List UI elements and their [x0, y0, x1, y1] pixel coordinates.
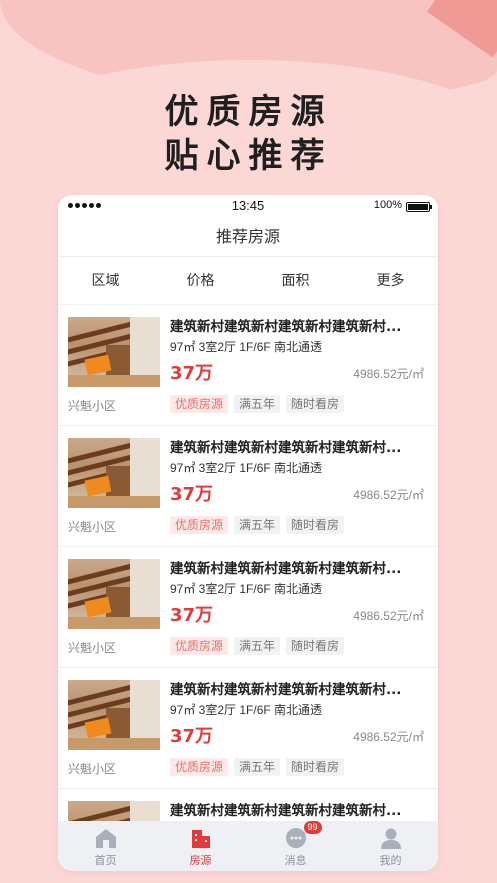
- battery-percent: 100%: [373, 199, 402, 211]
- tag-five-years: 满五年: [234, 758, 281, 776]
- tab-bar: 首页 房源 99 消息 我的: [58, 821, 438, 871]
- filter-size[interactable]: 面积: [248, 257, 343, 304]
- listing-photo: [68, 559, 160, 629]
- listing-spec: 97㎡ 3室2厅 1F/6F 南北通透: [170, 340, 323, 354]
- tab-label: 消息: [284, 854, 307, 867]
- listing-spec: 97㎡ 3室2厅 1F/6F 南北通透: [170, 703, 323, 717]
- filter-area[interactable]: 区域: [58, 257, 153, 304]
- listing-tags: 优质房源 满五年 随时看房: [170, 758, 345, 776]
- tag-five-years: 满五年: [234, 637, 281, 655]
- listing-title: 建筑新村建筑新村建筑新村建筑新村...: [170, 440, 402, 456]
- tag-five-years: 满五年: [234, 516, 281, 534]
- listing-price: 37万: [170, 605, 214, 626]
- page-title: 推荐房源: [58, 217, 438, 257]
- listing-community: 兴魁小区: [68, 641, 117, 655]
- listing-list: 建筑新村建筑新村建筑新村建筑新村... 97㎡ 3室2厅 1F/6F 南北通透 …: [58, 305, 438, 871]
- tag-five-years: 满五年: [234, 395, 281, 413]
- listing-tags: 优质房源 满五年 随时看房: [170, 395, 345, 413]
- battery-icon: [406, 202, 432, 212]
- tag-quality: 优质房源: [170, 758, 229, 776]
- tab-profile[interactable]: 我的: [343, 821, 438, 871]
- listing-price: 37万: [170, 484, 214, 505]
- phone-screen: 13:45 100% 推荐房源 区域 价格 面积 更多 建筑新村建筑新村建筑新村…: [58, 195, 438, 871]
- list-item[interactable]: 建筑新村建筑新村建筑新村建筑新村... 97㎡ 3室2厅 1F/6F 南北通透 …: [58, 305, 438, 426]
- status-bar: 13:45 100%: [58, 195, 438, 217]
- listing-photo: [68, 438, 160, 508]
- listing-title: 建筑新村建筑新村建筑新村建筑新村...: [170, 803, 402, 819]
- tab-listings[interactable]: 房源: [153, 821, 248, 871]
- home-icon: [95, 829, 116, 848]
- tab-label: 房源: [189, 854, 212, 867]
- tag-viewing: 随时看房: [286, 516, 345, 534]
- filter-bar: 区域 价格 面积 更多: [58, 257, 438, 305]
- user-icon: [380, 828, 401, 849]
- list-item[interactable]: 建筑新村建筑新村建筑新村建筑新村... 97㎡ 3室2厅 1F/6F 南北通透 …: [58, 426, 438, 547]
- tab-home[interactable]: 首页: [58, 821, 153, 871]
- listing-spec: 97㎡ 3室2厅 1F/6F 南北通透: [170, 582, 323, 596]
- promo-headline: 优质房源 贴心推荐: [0, 90, 497, 178]
- tag-viewing: 随时看房: [286, 637, 345, 655]
- listing-community: 兴魁小区: [68, 520, 117, 534]
- listing-title: 建筑新村建筑新村建筑新村建筑新村...: [170, 319, 402, 335]
- tag-viewing: 随时看房: [286, 758, 345, 776]
- tag-quality: 优质房源: [170, 637, 229, 655]
- tab-messages[interactable]: 99 消息: [248, 821, 343, 871]
- listing-community: 兴魁小区: [68, 399, 117, 413]
- filter-price[interactable]: 价格: [153, 257, 248, 304]
- listing-price: 37万: [170, 726, 214, 747]
- tab-label: 我的: [379, 854, 402, 867]
- tab-label: 首页: [94, 854, 117, 867]
- list-item[interactable]: 建筑新村建筑新村建筑新村建筑新村... 97㎡ 3室2厅 1F/6F 南北通透 …: [58, 547, 438, 668]
- listing-photo: [68, 680, 160, 750]
- listing-title: 建筑新村建筑新村建筑新村建筑新村...: [170, 682, 402, 698]
- listing-unit-price: 4986.52元/㎡: [353, 730, 424, 744]
- list-item[interactable]: 建筑新村建筑新村建筑新村建筑新村... 97㎡ 3室2厅 1F/6F 南北通透 …: [58, 668, 438, 789]
- tag-quality: 优质房源: [170, 516, 229, 534]
- filter-more[interactable]: 更多: [343, 257, 438, 304]
- listing-community: 兴魁小区: [68, 762, 117, 776]
- listing-price: 37万: [170, 363, 214, 384]
- listing-tags: 优质房源 满五年 随时看房: [170, 637, 345, 655]
- listing-photo: [68, 317, 160, 387]
- listing-unit-price: 4986.52元/㎡: [353, 367, 424, 381]
- message-badge: 99: [303, 821, 322, 834]
- tag-quality: 优质房源: [170, 395, 229, 413]
- listing-title: 建筑新村建筑新村建筑新村建筑新村...: [170, 561, 402, 577]
- listing-unit-price: 4986.52元/㎡: [353, 488, 424, 502]
- building-icon: [191, 830, 210, 848]
- listing-tags: 优质房源 满五年 随时看房: [170, 516, 345, 534]
- listing-unit-price: 4986.52元/㎡: [353, 609, 424, 623]
- headline-line-1: 优质房源: [164, 92, 333, 132]
- headline-line-2: 贴心推荐: [164, 136, 333, 176]
- tag-viewing: 随时看房: [286, 395, 345, 413]
- listing-spec: 97㎡ 3室2厅 1F/6F 南北通透: [170, 461, 323, 475]
